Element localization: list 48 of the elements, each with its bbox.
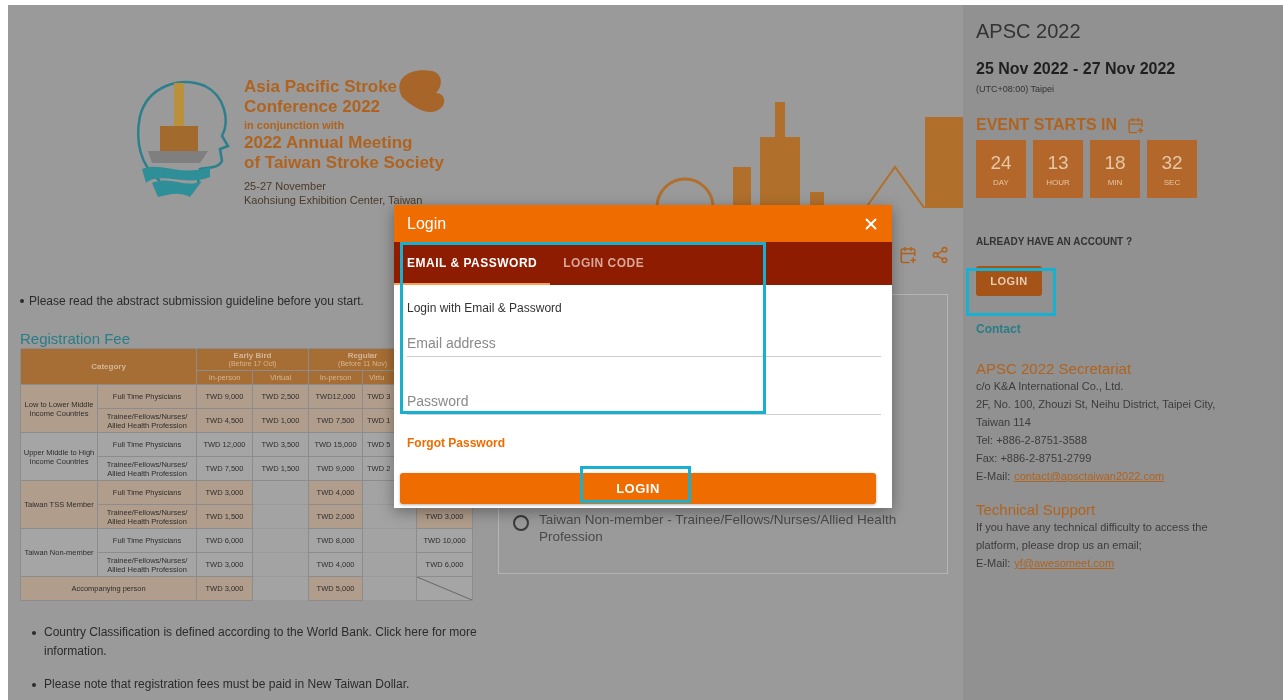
email-label: E-Mail: bbox=[976, 469, 1011, 484]
login-intro: Login with Email & Password bbox=[407, 301, 563, 315]
bullet-icon bbox=[32, 683, 36, 687]
countdown-unit: HOUR bbox=[1046, 177, 1070, 187]
conference-subtitle: in conjunction with bbox=[244, 118, 346, 132]
timezone-text: (UTC+08:00) Taipei bbox=[976, 84, 1056, 94]
option-label: Taiwan Non-member - Trainee/Fellows/Nurses/Allied Health Profession bbox=[539, 511, 898, 545]
header-cell: Category bbox=[20, 348, 197, 385]
countdown-value: 13 bbox=[1047, 151, 1069, 174]
note-text: Please note that registration fees must be paid in New Taiwan Dollar. bbox=[44, 676, 411, 693]
email-label: E-Mail: bbox=[976, 556, 1011, 571]
countdown-unit: SEC bbox=[1163, 177, 1181, 187]
support-title: Technical Support bbox=[976, 501, 1097, 518]
event-title: APSC 2022 bbox=[976, 19, 1082, 43]
meeting-title: 2022 Annual Meeting bbox=[244, 133, 414, 153]
contact-line: 2F, No. 100, Zhouzi St, Neihu District, Taipei City, Taiwan 114 bbox=[976, 397, 1217, 430]
account-prompt: ALREADY HAVE AN ACCOUNT ? bbox=[976, 236, 1134, 247]
login-button[interactable]: LOGIN bbox=[400, 473, 876, 504]
notice-text: Please read the abstract submission guideline before you start. bbox=[29, 294, 364, 308]
countdown-value: 24 bbox=[990, 151, 1012, 174]
bullet-icon bbox=[20, 299, 24, 303]
countdown-value: 32 bbox=[1161, 151, 1183, 174]
countdown-unit: MIN bbox=[1107, 177, 1123, 187]
support-text: If you have any technical difficulty to access the platform, please drop us an email; bbox=[976, 520, 1209, 553]
event-dates: 25 Nov 2022 - 27 Nov 2022 bbox=[976, 60, 1177, 78]
conference-venue: Kaohsiung Exhibition Center, Taiwan bbox=[244, 193, 424, 207]
calendar-add-icon[interactable] bbox=[899, 245, 917, 264]
countdown-title: EVENT STARTS IN bbox=[976, 116, 1118, 134]
bullet-icon bbox=[32, 631, 36, 635]
section-title: Registration Fee bbox=[20, 330, 131, 348]
input-field[interactable]: Password bbox=[407, 387, 881, 415]
contact-line: c/o K&A International Co., Ltd. bbox=[976, 379, 1125, 394]
contact-line: Tel: +886-2-8751-3588 bbox=[976, 433, 1088, 448]
contact-line: Fax: +886-2-8751-2799 bbox=[976, 451, 1093, 466]
countdown-unit: DAY bbox=[993, 177, 1009, 187]
conference-title: Asia Pacific Stroke bbox=[244, 77, 399, 97]
meeting-title: of Taiwan Stroke Society bbox=[244, 153, 445, 173]
secretariat-title: APSC 2022 Secretariat bbox=[976, 360, 1133, 377]
contact-title: Contact bbox=[976, 322, 1022, 336]
input-field[interactable]: Email address bbox=[407, 329, 881, 357]
dialog-title: Login bbox=[407, 214, 447, 233]
countdown-value: 18 bbox=[1104, 151, 1126, 174]
calendar-add-icon[interactable] bbox=[1127, 116, 1145, 134]
share-icon[interactable] bbox=[931, 245, 949, 264]
radio-button[interactable] bbox=[513, 515, 529, 531]
note-text: Country Classification is defined according to the World Bank. Click here for more information. bbox=[44, 624, 478, 660]
conference-dates: 25-27 November bbox=[244, 179, 327, 193]
conference-title: Conference 2022 bbox=[244, 97, 382, 117]
